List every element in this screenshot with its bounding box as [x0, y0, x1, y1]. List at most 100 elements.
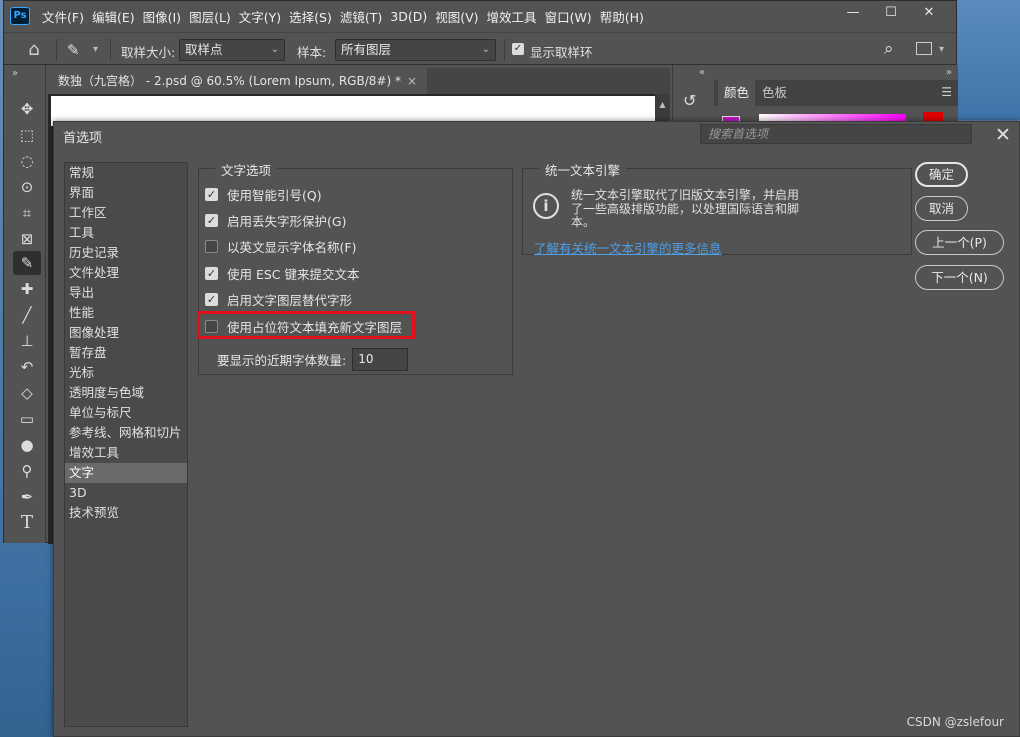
checkbox-checked[interactable]: ✓: [205, 292, 218, 306]
show-ring-label: 显示取样环: [530, 45, 593, 60]
close-icon[interactable]: ×: [407, 74, 417, 88]
menu-item[interactable]: 增效工具: [485, 7, 543, 26]
ok-button[interactable]: 确定: [915, 162, 968, 187]
home-icon[interactable]: ⌂: [21, 39, 47, 61]
category-item[interactable]: 增效工具: [65, 443, 187, 463]
cancel-button[interactable]: 取消: [915, 196, 968, 221]
checkbox-checked[interactable]: ✓: [205, 266, 218, 280]
chevron-down-icon[interactable]: ▾: [939, 44, 944, 55]
category-item[interactable]: 光标: [65, 363, 187, 383]
menu-item[interactable]: 视图(V): [433, 7, 484, 26]
category-item[interactable]: 参考线、网格和切片: [65, 423, 187, 443]
tab-swatches[interactable]: 色板: [756, 80, 793, 106]
category-item[interactable]: 图像处理: [65, 323, 187, 343]
menu-item[interactable]: 文字(Y): [237, 7, 287, 26]
sample-select[interactable]: 所有图层 ⌄: [335, 39, 496, 61]
category-item[interactable]: 工作区: [65, 203, 187, 223]
text-option-label: 使用 ESC 键来提交文本: [227, 266, 360, 282]
workspace-icon[interactable]: [916, 42, 932, 55]
lasso-tool-icon[interactable]: ◌: [13, 149, 41, 173]
menu-item[interactable]: 图层(L): [187, 7, 237, 26]
divider: [110, 39, 111, 61]
text-option-row[interactable]: ✓ 使用智能引号(Q): [205, 184, 322, 204]
menu-item[interactable]: 图像(I): [141, 7, 187, 26]
pen-tool-icon[interactable]: ✒: [13, 485, 41, 509]
menu-item[interactable]: 选择(S): [287, 7, 338, 26]
eraser-tool-icon[interactable]: ◇: [13, 381, 41, 405]
document-tab-title: 数独（九宫格） - 2.psd @ 60.5% (Lorem Ipsum, RG…: [58, 74, 401, 88]
search-icon[interactable]: ⌕: [884, 39, 894, 59]
previous-button[interactable]: 上一个(P): [915, 230, 1004, 255]
category-item[interactable]: 暂存盘: [65, 343, 187, 363]
checkbox-checked[interactable]: ✓: [205, 213, 218, 227]
red-highlight-annotation: [197, 311, 415, 339]
document-tab[interactable]: 数独（九宫格） - 2.psd @ 60.5% (Lorem Ipsum, RG…: [48, 68, 428, 94]
quick-select-tool-icon[interactable]: ⊙: [13, 175, 41, 199]
category-item[interactable]: 3D: [65, 483, 187, 503]
search-preferences-input[interactable]: 搜索首选项: [700, 124, 972, 144]
move-tool-icon[interactable]: ✥: [13, 97, 41, 121]
next-button[interactable]: 下一个(N): [915, 265, 1004, 290]
category-item[interactable]: 性能: [65, 303, 187, 323]
close-window-button[interactable]: ✕: [910, 3, 948, 23]
category-item[interactable]: 常规: [65, 163, 187, 183]
show-ring-checkbox[interactable]: ✓: [512, 43, 524, 55]
category-item[interactable]: 技术预览: [65, 503, 187, 523]
recent-fonts-input[interactable]: 10: [352, 348, 409, 371]
text-option-row[interactable]: ✓ 启用文字图层替代字形: [205, 289, 352, 309]
chevron-down-icon[interactable]: ▾: [93, 44, 98, 55]
engine-description: 统一文本引擎取代了旧版文本引擎，并启用了一些高级排版功能，以处理国际语言和脚本。: [571, 188, 800, 229]
blur-tool-icon[interactable]: ●: [13, 433, 41, 457]
menu-item[interactable]: 3D(D): [388, 9, 433, 24]
category-item[interactable]: 文件处理: [65, 263, 187, 283]
menu-item[interactable]: 窗口(W): [543, 7, 598, 26]
history-brush-tool-icon[interactable]: ↶: [13, 355, 41, 379]
panel-menu-icon[interactable]: ☰: [941, 85, 952, 99]
text-option-row[interactable]: ✓ 启用丢失字形保护(G): [205, 210, 346, 230]
collapse-icon[interactable]: »: [12, 68, 18, 79]
text-option-row[interactable]: 以英文显示字体名称(F): [205, 236, 356, 256]
ps-logo-icon: Ps: [10, 7, 30, 25]
checkbox-checked[interactable]: ✓: [205, 187, 218, 201]
collapse-icon[interactable]: »: [946, 67, 952, 78]
text-option-label: 使用智能引号(Q): [227, 187, 322, 203]
checkbox-unchecked[interactable]: [205, 239, 218, 253]
sample-size-select[interactable]: 取样点 ⌄: [179, 39, 285, 61]
unified-text-engine-group: 统一文本引擎 i 统一文本引擎取代了旧版文本引擎，并启用了一些高级排版功能，以处…: [522, 160, 912, 257]
category-item[interactable]: 历史记录: [65, 243, 187, 263]
learn-more-link[interactable]: 了解有关统一文本引擎的更多信息: [534, 238, 722, 257]
minimize-button[interactable]: —: [834, 3, 872, 23]
eyedropper-tool-preset-icon[interactable]: ✎: [67, 39, 89, 61]
type-tool-icon[interactable]: T: [13, 511, 41, 535]
brush-tool-icon[interactable]: ╱: [13, 303, 41, 327]
menu-item[interactable]: 文件(F): [40, 7, 90, 26]
category-item[interactable]: 单位与标尺: [65, 403, 187, 423]
sample-value: 所有图层: [341, 42, 392, 57]
maximize-button[interactable]: ☐: [872, 3, 910, 23]
marquee-tool-icon[interactable]: ⬚: [13, 123, 41, 147]
window-controls: — ☐ ✕: [834, 3, 948, 23]
category-item[interactable]: 透明度与色域: [65, 383, 187, 403]
desktop-background: [957, 0, 1020, 120]
gradient-tool-icon[interactable]: ▭: [13, 407, 41, 431]
eyedropper-tool-icon[interactable]: ✎: [13, 251, 41, 275]
text-option-row[interactable]: ✓ 使用 ESC 键来提交文本: [205, 263, 360, 283]
category-item[interactable]: 界面: [65, 183, 187, 203]
tab-color[interactable]: 颜色: [718, 80, 756, 106]
menu-item[interactable]: 编辑(E): [90, 7, 141, 26]
healing-brush-tool-icon[interactable]: ✚: [13, 277, 41, 301]
scroll-up-icon[interactable]: ▲: [655, 100, 670, 109]
history-panel-icon[interactable]: ↺: [683, 91, 696, 110]
crop-tool-icon[interactable]: ⌗: [13, 201, 41, 225]
menu-item[interactable]: 帮助(H): [598, 7, 650, 26]
text-option-label: 以英文显示字体名称(F): [227, 239, 357, 255]
category-item[interactable]: 文字: [65, 463, 187, 483]
collapse-icon[interactable]: «: [699, 67, 705, 78]
menu-item[interactable]: 滤镜(T): [338, 7, 388, 26]
category-item[interactable]: 工具: [65, 223, 187, 243]
frame-tool-icon[interactable]: ⊠: [13, 227, 41, 251]
close-icon[interactable]: ✕: [992, 124, 1014, 146]
stamp-tool-icon[interactable]: ⊥: [13, 329, 41, 353]
category-item[interactable]: 导出: [65, 283, 187, 303]
dodge-tool-icon[interactable]: ⚲: [13, 459, 41, 483]
